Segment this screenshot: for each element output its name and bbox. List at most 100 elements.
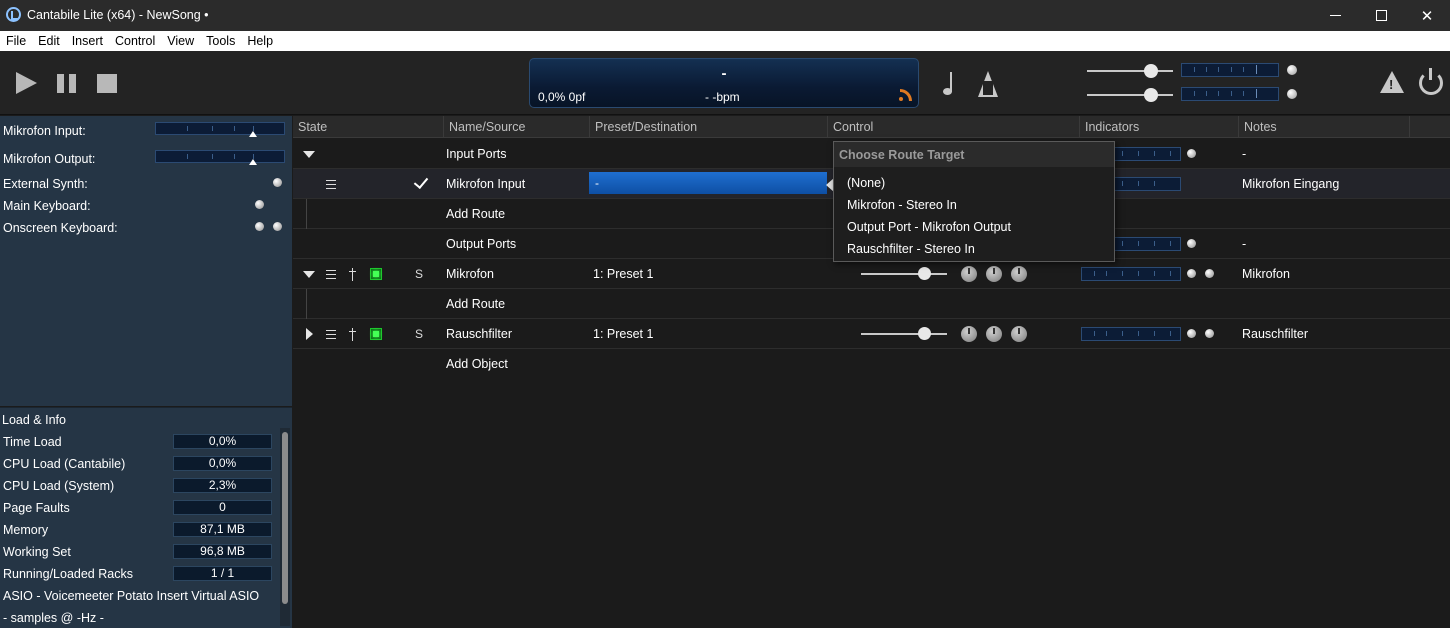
solo-button[interactable]: S <box>415 267 423 281</box>
knob-control[interactable] <box>961 326 977 342</box>
col-notes[interactable]: Notes <box>1239 116 1410 138</box>
song-display[interactable]: - 0,0% 0pf - -bpm <box>529 58 919 108</box>
menu-help[interactable]: Help <box>241 31 279 51</box>
level-thumb[interactable] <box>249 131 257 137</box>
power-icon[interactable] <box>1419 68 1443 95</box>
row-preset[interactable]: 1: Preset 1 <box>593 267 653 281</box>
collapse-icon[interactable] <box>303 151 315 158</box>
stat-value: 96,8 MB <box>173 544 272 559</box>
indicator-led <box>1187 149 1196 158</box>
mikrofon-input-meter[interactable] <box>155 122 285 137</box>
close-button[interactable]: ✕ <box>1404 0 1450 31</box>
slider-thumb[interactable] <box>918 327 931 340</box>
stat-value: 2,3% <box>173 478 272 493</box>
master-output-slider[interactable] <box>1087 88 1173 102</box>
knob-control[interactable] <box>986 266 1002 282</box>
metronome-icon[interactable] <box>978 71 998 97</box>
bypass-icon[interactable] <box>348 328 358 341</box>
col-control[interactable]: Control <box>828 116 1080 138</box>
knob-control[interactable] <box>1011 266 1027 282</box>
route-option-mikrofon-output[interactable]: Output Port - Mikrofon Output <box>847 220 1011 234</box>
popup-header: Choose Route Target <box>834 142 1114 167</box>
route-option-none[interactable]: (None) <box>847 176 885 190</box>
warning-icon[interactable] <box>1380 71 1404 93</box>
level-thumb[interactable] <box>249 159 257 165</box>
solo-button[interactable]: S <box>415 327 423 341</box>
port-label: Mikrofon Output: <box>3 152 96 166</box>
add-route-row[interactable]: Add Route <box>293 289 1450 319</box>
stat-label: Time Load <box>3 435 62 449</box>
add-object-link[interactable]: Add Object <box>446 357 508 371</box>
stat-label: Memory <box>3 523 49 537</box>
stat-value: 0 <box>173 500 272 515</box>
expand-icon[interactable] <box>306 328 313 340</box>
pause-icon[interactable] <box>57 74 76 93</box>
menu-insert[interactable]: Insert <box>66 31 109 51</box>
port-label: Mikrofon Input: <box>3 124 86 138</box>
minimize-button[interactable] <box>1312 0 1358 31</box>
row-menu-icon[interactable] <box>326 180 336 189</box>
menu-view[interactable]: View <box>161 31 200 51</box>
master-output-meter <box>1181 87 1279 101</box>
tree-line <box>306 199 307 229</box>
add-route-link[interactable]: Add Route <box>446 207 505 221</box>
knob-control[interactable] <box>1011 326 1027 342</box>
knob-control[interactable] <box>961 266 977 282</box>
row-notes: - <box>1242 147 1247 161</box>
knob-control[interactable] <box>986 326 1002 342</box>
slider-thumb[interactable] <box>1144 64 1158 78</box>
row-name: Input Ports <box>446 147 507 161</box>
indicator-led <box>1187 239 1196 248</box>
stat-value: 0,0% <box>173 434 272 449</box>
master-input-slider[interactable] <box>1087 64 1173 78</box>
midi-activity-led <box>255 200 264 209</box>
add-route-link[interactable]: Add Route <box>446 297 505 311</box>
sample-rate-label: - samples @ -Hz - <box>3 611 104 625</box>
close-icon: ✕ <box>1420 7 1434 25</box>
menu-bar: File Edit Insert Control View Tools Help <box>0 31 1450 51</box>
slider-thumb[interactable] <box>1144 88 1158 102</box>
col-preset-destination[interactable]: Preset/Destination <box>590 116 828 138</box>
maximize-button[interactable] <box>1358 0 1404 31</box>
master-input-meter <box>1181 63 1279 77</box>
run-state-led[interactable] <box>370 268 382 280</box>
ports-panel: Mikrofon Input: Mikrofon Output: Externa… <box>0 116 292 406</box>
gain-slider[interactable] <box>861 267 947 281</box>
run-state-led[interactable] <box>370 328 382 340</box>
menu-edit[interactable]: Edit <box>32 31 66 51</box>
bypass-icon[interactable] <box>348 268 358 281</box>
note-icon[interactable] <box>943 72 953 96</box>
menu-control[interactable]: Control <box>109 31 161 51</box>
indicator-meter <box>1081 327 1181 341</box>
indicator-led <box>1187 329 1196 338</box>
route-option-rauschfilter-stereo-in[interactable]: Rauschfilter - Stereo In <box>847 242 975 256</box>
col-state[interactable]: State <box>293 116 444 138</box>
plugin-row-rauschfilter[interactable]: S Rauschfilter 1: Preset 1 Rauschfilter <box>293 319 1450 349</box>
plugin-row-mikrofon[interactable]: S Mikrofon 1: Preset 1 Mikrofon <box>293 259 1450 289</box>
menu-tools[interactable]: Tools <box>200 31 241 51</box>
play-icon[interactable] <box>16 72 37 94</box>
collapse-icon[interactable] <box>303 271 315 278</box>
stop-icon[interactable] <box>97 74 117 93</box>
load-info-scrollbar[interactable] <box>280 428 290 626</box>
col-indicators[interactable]: Indicators <box>1080 116 1239 138</box>
route-option-mikrofon-stereo-in[interactable]: Mikrofon - Stereo In <box>847 198 957 212</box>
slider-thumb[interactable] <box>918 267 931 280</box>
menu-file[interactable]: File <box>0 31 32 51</box>
row-menu-icon[interactable] <box>326 270 336 279</box>
mikrofon-output-meter[interactable] <box>155 150 285 165</box>
title-bar: Cantabile Lite (x64) - NewSong • ✕ <box>0 0 1450 31</box>
add-object-row[interactable]: Add Object <box>293 349 1450 379</box>
midi-activity-led <box>273 178 282 187</box>
row-notes: - <box>1242 237 1247 251</box>
master-output-led <box>1287 89 1297 99</box>
scrollbar-thumb[interactable] <box>282 432 288 604</box>
midi-activity-led <box>273 222 282 231</box>
tree-line <box>306 289 307 319</box>
row-menu-icon[interactable] <box>326 330 336 339</box>
row-preset[interactable]: 1: Preset 1 <box>593 327 653 341</box>
route-destination-dropdown[interactable]: - <box>589 172 827 194</box>
col-name-source[interactable]: Name/Source <box>444 116 590 138</box>
gain-slider[interactable] <box>861 327 947 341</box>
checkmark-icon[interactable] <box>413 173 429 190</box>
